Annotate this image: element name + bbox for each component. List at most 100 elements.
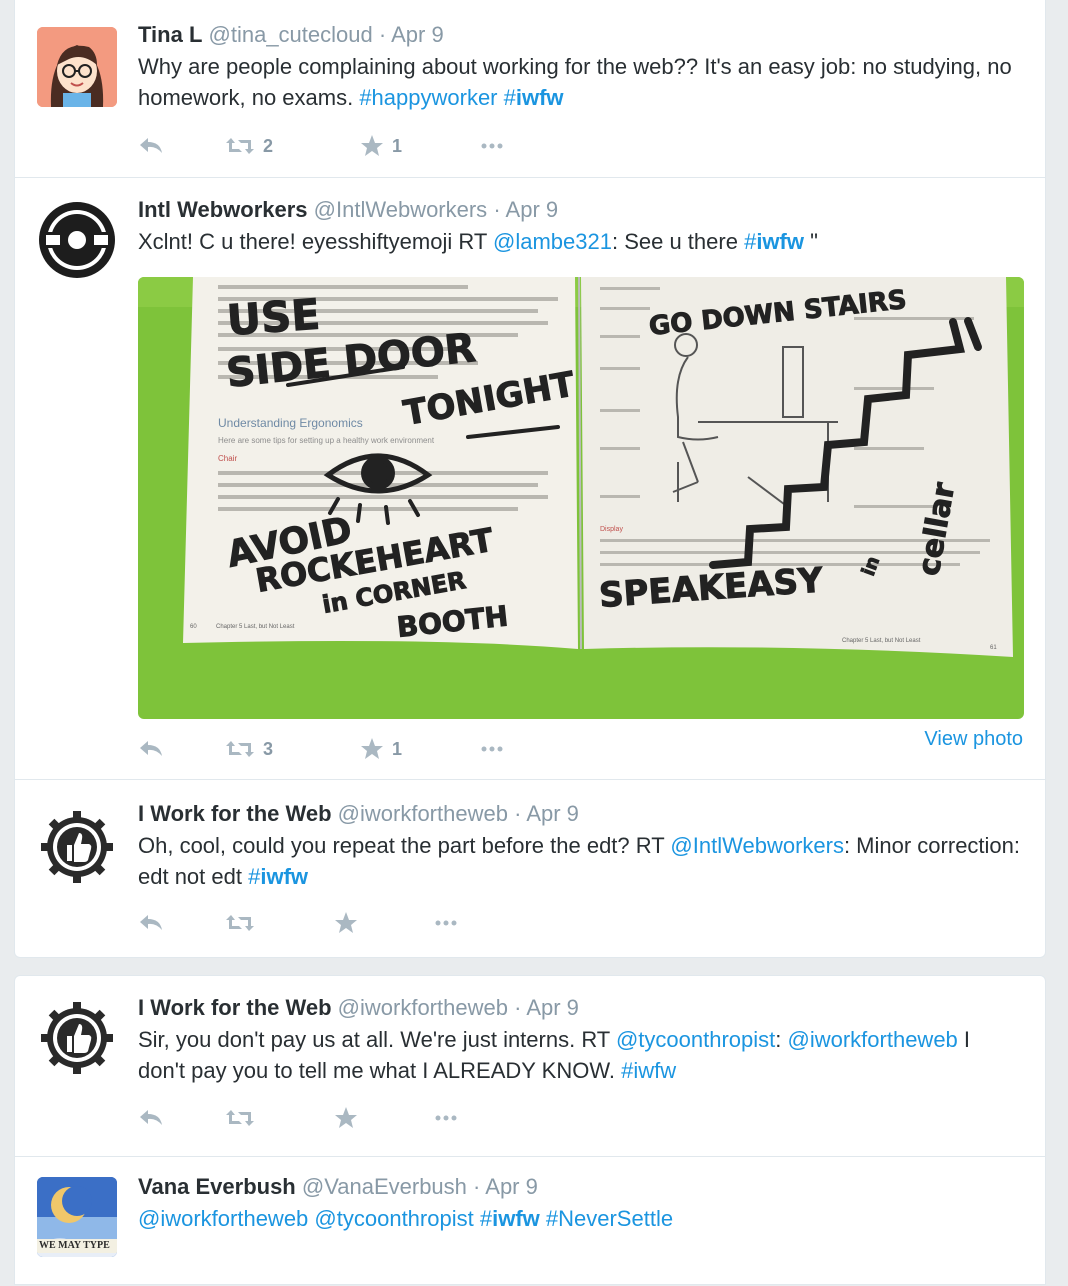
timestamp[interactable]: Apr 9 (391, 22, 444, 47)
more-icon (481, 143, 503, 149)
retweet-button[interactable] (225, 1103, 255, 1133)
separator-dot: · (514, 801, 522, 826)
author-name[interactable]: I Work for the Web (138, 995, 332, 1020)
text-fragment: Why are people complaining about working… (138, 54, 1012, 110)
more-icon (435, 1115, 457, 1121)
author-handle[interactable]: @IntlWebworkers (314, 197, 488, 222)
favorite-button[interactable]: 1 (360, 734, 402, 764)
tweet[interactable]: I Work for the Web @iworkfortheweb · Apr… (15, 976, 1045, 1157)
moon-globe-avatar[interactable]: WE MAY TYPE (37, 1177, 117, 1257)
star-icon (361, 738, 383, 759)
favorite-button[interactable] (334, 1103, 358, 1133)
separator-dot: · (378, 22, 387, 47)
author-handle[interactable]: @VanaEverbush (302, 1174, 467, 1199)
timestamp[interactable]: Apr 9 (506, 197, 559, 222)
reply-button[interactable] (138, 131, 164, 161)
retweet-icon (226, 138, 254, 154)
reply-button[interactable] (138, 908, 164, 938)
tweet-text: Sir, you don't pay us at all. We're just… (138, 1024, 1023, 1086)
photo-footer-right: Chapter 5 Last, but Not Least (842, 638, 921, 644)
author-handle[interactable]: @iworkfortheweb (338, 995, 508, 1020)
thumbs-up-gear-avatar[interactable] (37, 807, 117, 887)
more-icon (435, 920, 457, 926)
hashtag-link[interactable]: # (744, 229, 756, 254)
retweet-button[interactable]: 3 (225, 734, 273, 764)
tweet-photo[interactable]: Understanding Ergonomics Here are some t… (138, 277, 1024, 719)
separator-dot: · (514, 995, 522, 1020)
hashtag-link[interactable]: iwfw (516, 85, 564, 110)
mention-link[interactable]: @IntlWebworkers (670, 833, 844, 858)
more-icon (481, 746, 503, 752)
tweet-text: Xclnt! C u there! eyesshiftyemoji RT @la… (138, 226, 1023, 257)
retweet-button[interactable]: 2 (225, 131, 273, 161)
reply-button[interactable] (138, 1103, 164, 1133)
mention-link[interactable]: @lambe321 (493, 229, 612, 254)
view-photo-link[interactable]: View photo (924, 728, 1023, 751)
author-handle[interactable]: @iworkfortheweb (338, 801, 508, 826)
photo-footer-left: Chapter 5 Last, but Not Least (216, 624, 295, 630)
photo-display-label: Display (600, 526, 623, 533)
favorite-button[interactable] (334, 908, 358, 938)
thumbs-up-gear-avatar[interactable] (37, 998, 117, 1078)
text-fragment: : See u there (611, 229, 745, 254)
retweet-count: 3 (263, 738, 274, 759)
author-name[interactable]: Tina L (138, 22, 202, 47)
hashtag-link[interactable]: iwfw (260, 864, 308, 889)
hashtag-link[interactable]: iwfw (492, 1206, 540, 1231)
author-name[interactable]: Intl Webworkers (138, 197, 308, 222)
retweet-count: 2 (263, 135, 274, 156)
mention-link[interactable]: @tycoonthropist (314, 1206, 473, 1231)
tweet[interactable]: Intl Webworkers @IntlWebworkers · Apr 9 … (15, 178, 1045, 780)
mention-link[interactable]: @iworkfortheweb (788, 1027, 958, 1052)
retweet-icon (226, 915, 254, 931)
reply-icon (140, 1110, 162, 1125)
more-button[interactable] (434, 908, 458, 938)
retweet-icon (226, 1110, 254, 1126)
hashtag-link[interactable]: iwfw (756, 229, 804, 254)
retweet-button[interactable] (225, 908, 255, 938)
star-icon (335, 1107, 357, 1128)
favorite-button[interactable]: 1 (360, 131, 402, 161)
timeline-card: Tina L @tina_cutecloud · Apr 9 Why are p… (14, 0, 1046, 958)
favorite-count: 1 (392, 738, 403, 759)
hashtag-link[interactable]: #NeverSettle (546, 1206, 673, 1231)
hashtag-link[interactable]: #happyworker (359, 85, 497, 110)
author-name[interactable]: Vana Everbush (138, 1174, 296, 1199)
timestamp[interactable]: Apr 9 (485, 1174, 538, 1199)
tweet-text: Oh, cool, could you repeat the part befo… (138, 830, 1023, 892)
retweet-icon (226, 741, 254, 757)
timestamp[interactable]: Apr 9 (526, 995, 579, 1020)
reply-icon (140, 138, 162, 153)
timeline-card: I Work for the Web @iworkfortheweb · Apr… (14, 975, 1046, 1285)
tweet[interactable]: WE MAY TYPE Vana Everbush @VanaEverbush … (15, 1157, 1045, 1286)
photo-chair-label: Chair (218, 454, 237, 463)
mention-link[interactable]: @iworkfortheweb (138, 1206, 308, 1231)
favorite-count: 1 (392, 135, 403, 156)
tweet[interactable]: Tina L @tina_cutecloud · Apr 9 Why are p… (15, 0, 1045, 178)
author-name[interactable]: I Work for the Web (138, 801, 332, 826)
hashtag-link[interactable]: #iwfw (621, 1058, 676, 1083)
text-fragment: " (803, 229, 818, 254)
photo-page-right: 61 (990, 645, 997, 651)
avatar-caption: WE MAY TYPE (39, 1240, 110, 1251)
more-button[interactable] (480, 734, 504, 764)
more-button[interactable] (480, 131, 504, 161)
author-handle[interactable]: @tina_cutecloud (209, 22, 373, 47)
text-fragment: Xclnt! C u there! eyesshiftyemoji RT (138, 229, 493, 254)
mention-link[interactable]: @tycoonthropist (616, 1027, 775, 1052)
more-button[interactable] (434, 1103, 458, 1133)
timestamp[interactable]: Apr 9 (526, 801, 579, 826)
star-icon (361, 135, 383, 156)
reply-button[interactable] (138, 734, 164, 764)
cartoon-girl-avatar[interactable] (37, 27, 117, 107)
hashtag-link[interactable]: # (480, 1206, 492, 1231)
hashtag-link[interactable]: # (504, 85, 516, 110)
hashtag-link[interactable]: # (248, 864, 260, 889)
photo-subheading: Here are some tips for setting up a heal… (218, 436, 435, 445)
photo-page-left: 60 (190, 624, 197, 630)
tweet[interactable]: I Work for the Web @iworkfortheweb · Apr… (15, 780, 1045, 957)
scrawl-use: USE (225, 290, 321, 345)
text-fragment: : (775, 1027, 788, 1052)
reply-icon (140, 741, 162, 756)
iwfw-badge-avatar[interactable] (37, 200, 117, 280)
